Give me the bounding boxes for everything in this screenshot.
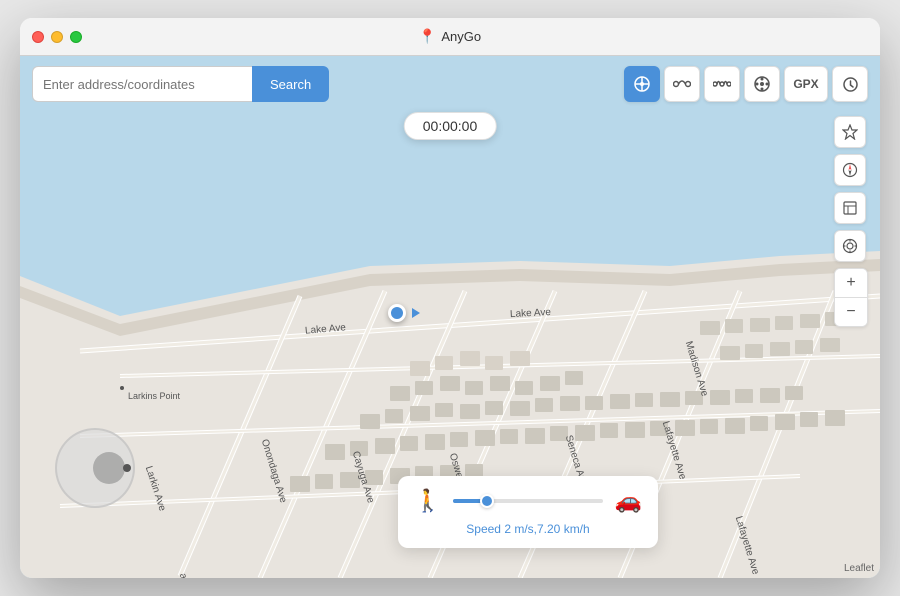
app-icon: 📍	[419, 28, 436, 45]
speed-slider-fill	[453, 499, 483, 503]
close-button[interactable]	[32, 31, 44, 43]
joystick-mode-button[interactable]	[744, 66, 780, 102]
search-group: Search	[32, 66, 329, 102]
speed-slider-thumb[interactable]	[480, 494, 494, 508]
map-view-button[interactable]	[834, 192, 866, 224]
speed-value: 2 m/s,7.20 km/h	[504, 522, 589, 536]
pin-arrow	[412, 308, 420, 318]
zoom-controls: + −	[834, 268, 868, 327]
map-controls-right: + −	[834, 116, 868, 327]
leaflet-attribution: Leaflet	[844, 563, 874, 574]
compass-button[interactable]	[834, 154, 866, 186]
joystick-control[interactable]	[55, 428, 135, 508]
speed-slider-track[interactable]	[453, 499, 602, 503]
speed-label: Speed 2 m/s,7.20 km/h	[414, 522, 642, 536]
search-button[interactable]: Search	[252, 66, 329, 102]
pin-circle	[388, 304, 406, 322]
titlebar: 📍 AnyGo	[20, 18, 880, 56]
car-icon: 🚗	[615, 488, 642, 514]
joystick-inner	[93, 452, 125, 484]
walk-icon: 🚶	[414, 488, 441, 514]
joystick-dot	[123, 464, 131, 472]
speed-panel: 🚶 🚗 Speed 2 m/s,7.20 km/h	[398, 476, 658, 548]
zoom-out-button[interactable]: −	[835, 298, 867, 326]
app-title-text: AnyGo	[441, 29, 481, 44]
map-area[interactable]: Lake Ave Lake Ave Larkins Point Larkin A…	[20, 56, 880, 578]
zoom-in-button[interactable]: +	[835, 269, 867, 297]
speed-modes: 🚶 🚗	[414, 488, 642, 514]
toolbar-right: GPX	[624, 66, 868, 102]
speed-text: Speed	[466, 522, 501, 536]
one-stop-route-button[interactable]	[664, 66, 700, 102]
timer-display: 00:00:00	[423, 118, 478, 134]
timer-badge: 00:00:00	[404, 112, 497, 140]
search-input[interactable]	[32, 66, 252, 102]
minimize-button[interactable]	[51, 31, 63, 43]
traffic-lights	[32, 31, 82, 43]
gpx-button[interactable]: GPX	[784, 66, 828, 102]
teleport-mode-button[interactable]	[624, 66, 660, 102]
my-location-button[interactable]	[834, 230, 866, 262]
maximize-button[interactable]	[70, 31, 82, 43]
joystick-outer[interactable]	[55, 428, 135, 508]
favorites-button[interactable]	[834, 116, 866, 148]
history-button[interactable]	[832, 66, 868, 102]
multi-stop-route-button[interactable]	[704, 66, 740, 102]
map-toolbar: Search	[32, 66, 868, 102]
location-pin	[388, 301, 412, 325]
app-window: 📍 AnyGo	[20, 18, 880, 578]
app-title: 📍 AnyGo	[419, 28, 481, 45]
